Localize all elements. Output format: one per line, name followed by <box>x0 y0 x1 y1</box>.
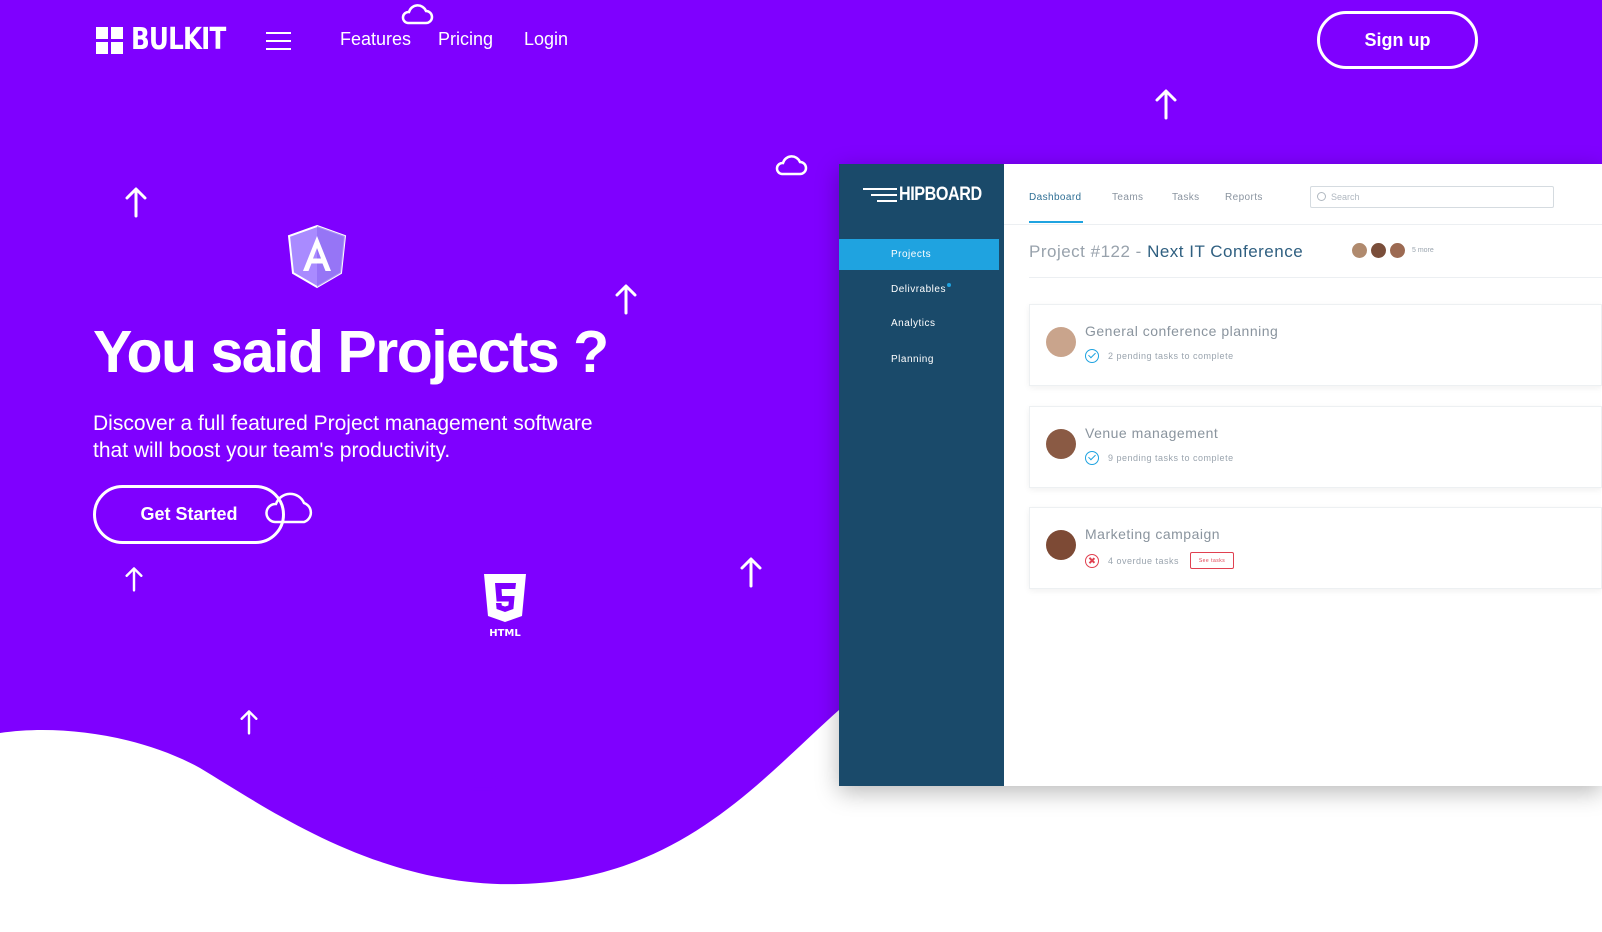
arrow-up-icon <box>125 187 147 218</box>
avatar <box>1046 327 1076 357</box>
html5-logo-icon: HTML <box>484 574 526 639</box>
nav-link-login[interactable]: Login <box>524 29 568 50</box>
mockup-tab-tasks: Tasks <box>1172 192 1200 203</box>
divider <box>1029 277 1602 278</box>
arrow-up-icon <box>615 284 637 315</box>
divider <box>1004 224 1602 225</box>
arrow-up-icon <box>740 557 762 588</box>
search-icon <box>1317 192 1326 201</box>
task-card: General conference planning 2 pending ta… <box>1029 304 1602 386</box>
arrow-up-icon <box>125 567 143 592</box>
hero-title: You said Projects ? <box>93 319 609 385</box>
mockup-nav-analytics: Analytics <box>891 318 936 329</box>
nav-link-features[interactable]: Features <box>340 29 411 50</box>
avatar <box>1046 429 1076 459</box>
get-started-button[interactable]: Get Started <box>93 485 285 544</box>
logo-grid-icon <box>96 26 123 54</box>
team-avatars: 5 more <box>1351 242 1434 259</box>
html5-label: HTML <box>489 628 521 639</box>
project-title: Project #122 - Next IT Conference <box>1029 242 1304 261</box>
brand-logo[interactable]: BULKIT <box>96 22 246 58</box>
dashboard-mockup: HIPBOARD Projects Delivrables Analytics … <box>839 164 1602 786</box>
mockup-search: Search <box>1310 186 1554 208</box>
task-card: Venue management 9 pending tasks to comp… <box>1029 406 1602 488</box>
error-circle-icon <box>1085 553 1099 568</box>
mockup-logo: HIPBOARD <box>863 184 996 206</box>
mockup-tab-dashboard: Dashboard <box>1029 192 1082 203</box>
logo-text: BULKIT <box>131 22 226 57</box>
arrow-up-icon <box>240 710 258 735</box>
avatar <box>1351 242 1368 259</box>
notification-dot <box>946 283 951 287</box>
hero-subtitle: Discover a full featured Project managem… <box>93 412 593 462</box>
task-card: Marketing campaign 4 overdue tasks See t… <box>1029 507 1602 589</box>
cloud-icon <box>775 155 808 176</box>
check-circle-icon <box>1085 349 1099 363</box>
arrow-up-icon <box>1155 89 1177 120</box>
mockup-tab-reports: Reports <box>1225 192 1263 203</box>
mockup-nav-delivrables: Delivrables <box>839 274 999 305</box>
see-tasks-button: See tasks <box>1190 552 1235 569</box>
mockup-nav-planning: Planning <box>891 354 934 365</box>
nav-link-pricing[interactable]: Pricing <box>438 29 493 50</box>
angular-logo-icon <box>287 224 347 289</box>
speed-lines-icon <box>863 186 897 204</box>
signup-button[interactable]: Sign up <box>1317 11 1478 69</box>
mockup-nav-projects: Projects <box>839 239 999 270</box>
avatar <box>1389 242 1406 259</box>
cloud-icon <box>467 770 500 791</box>
menu-icon[interactable] <box>266 32 291 50</box>
avatar <box>1370 242 1387 259</box>
mockup-sidebar: HIPBOARD Projects Delivrables Analytics … <box>839 164 1004 786</box>
avatar <box>1046 530 1076 560</box>
cloud-icon <box>401 4 434 25</box>
active-tab-indicator <box>1029 221 1083 223</box>
mockup-tab-teams: Teams <box>1112 192 1144 203</box>
check-circle-icon <box>1085 451 1099 465</box>
